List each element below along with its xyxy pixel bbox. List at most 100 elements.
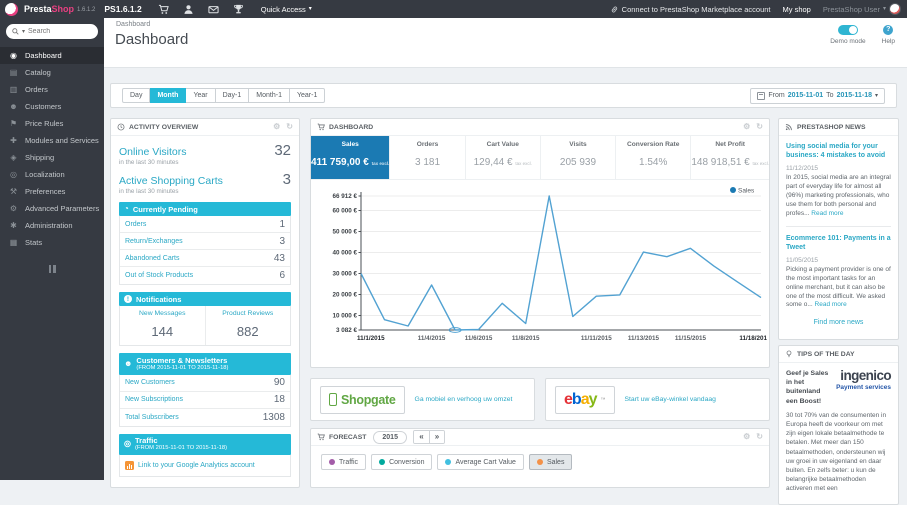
quick-access-menu[interactable]: Quick Access ▾	[261, 5, 312, 14]
sidebar-item-shipping[interactable]: ◈ Shipping	[0, 149, 104, 166]
previous-year-button[interactable]: «	[413, 431, 429, 443]
link-icon	[611, 6, 617, 12]
notification-product-reviews[interactable]: Product Reviews 882	[204, 306, 291, 345]
refresh-icon[interactable]: ↻	[756, 123, 763, 131]
sidebar-item-advanced-parameters[interactable]: ⚙ Advanced Parameters	[0, 200, 104, 217]
demo-mode-toggle[interactable]	[837, 25, 858, 35]
ebay-link[interactable]: Start uw eBay-winkel vandaag	[625, 396, 716, 403]
stat-link[interactable]: Active Shopping Carts	[119, 175, 223, 187]
dashboard-panel: DASHBOARD ⚙ ↻ Sales 411 759,00 € tax excl.…	[310, 118, 770, 368]
range-year[interactable]: Year	[186, 88, 216, 103]
search-input[interactable]	[28, 28, 81, 35]
messages-icon[interactable]	[208, 4, 219, 15]
date-filter-bar: Day Month Year Day-1 Month-1 Year-1 From 2015…	[110, 83, 897, 108]
google-analytics-link[interactable]: Link to your Google Analytics account	[119, 455, 291, 478]
news-articles: Using social media for your business: 4 …	[779, 136, 898, 332]
top-bar: PrestaShop 1.6.1.2 PS1.6.1.2 Quick Acces…	[0, 0, 907, 18]
sidebar-item-administration[interactable]: ✱ Administration	[0, 217, 104, 234]
forecast-toggle-traffic[interactable]: Traffic	[321, 454, 367, 470]
read-more-link[interactable]: Read more	[811, 210, 843, 217]
kpi-conversion-rate[interactable]: Conversion Rate 1.54%	[616, 136, 692, 179]
forecast-toggle-average-cart-value[interactable]: Average Cart Value	[437, 454, 524, 470]
cart-icon[interactable]	[158, 4, 169, 15]
caret-down-icon: ▾	[22, 28, 26, 35]
pending-section-header: ◔ Currently Pending	[119, 202, 291, 216]
ebay-banner[interactable]: ebay ™ Start uw eBay-winkel vandaag	[545, 378, 770, 421]
sidebar: ▾ ◉Dashboard▤Catalog▥Orders☻Customers⚑Pr…	[0, 18, 104, 480]
row-link[interactable]: Return/Exchanges	[125, 238, 183, 245]
panel-title: PRESTASHOP NEWS	[797, 123, 866, 131]
sidebar-item-modules-and-services[interactable]: ✚ Modules and Services	[0, 132, 104, 149]
sidebar-search[interactable]: ▾	[6, 24, 98, 39]
sidebar-item-orders[interactable]: ▥ Orders	[0, 81, 104, 98]
user-menu[interactable]: PrestaShop User ▾	[823, 3, 901, 15]
find-more-news-link[interactable]: Find more news	[786, 319, 891, 326]
range-month[interactable]: Month	[150, 88, 187, 103]
shopgate-link[interactable]: Ga mobiel en verhoog uw omzet	[415, 396, 513, 403]
row-link[interactable]: Total Subscribers	[125, 414, 179, 421]
kpi-sales[interactable]: Sales 411 759,00 € tax excl.	[311, 136, 391, 179]
panel-title: ACTIVITY OVERVIEW	[129, 123, 199, 131]
row-link[interactable]: New Subscriptions	[125, 396, 183, 403]
trophy-icon[interactable]	[233, 4, 244, 15]
sales-chart[interactable]: 66 912 € 60 000 € 50 000 € 40 000 € 30 000 €…	[311, 180, 769, 357]
kpi-visits[interactable]: Visits 205 939	[541, 136, 617, 179]
row-link[interactable]: New Customers	[125, 379, 175, 386]
notification-new-messages[interactable]: New Messages 144	[120, 306, 205, 345]
ebay-letters: ebay	[564, 390, 597, 408]
kpi-cart-value[interactable]: Cart Value 129,44 € tax excl.	[466, 136, 541, 179]
forecast-toggle-conversion[interactable]: Conversion	[371, 454, 433, 470]
row-link[interactable]: Orders	[125, 221, 146, 228]
cart-icon	[317, 433, 325, 441]
row-link[interactable]: Abandoned Carts	[125, 255, 179, 262]
read-more-link[interactable]: Read more	[815, 301, 847, 308]
clock-icon	[117, 123, 125, 131]
date-range-button[interactable]: From 2015-11-01 To 2015-11-18 ▾	[750, 87, 885, 104]
svg-text:10 000 €: 10 000 €	[332, 313, 357, 320]
sidebar-item-preferences[interactable]: ⚒ Preferences	[0, 183, 104, 200]
ingenico-logo[interactable]: ingenico Payment services	[836, 369, 892, 406]
sidebar-item-customers[interactable]: ☻ Customers	[0, 98, 104, 115]
range-year-1[interactable]: Year-1	[289, 88, 326, 103]
prestashop-news-panel: PRESTASHOP NEWS Using social media for y…	[778, 118, 899, 340]
range-day[interactable]: Day	[122, 88, 151, 103]
gear-icon[interactable]: ⚙	[743, 433, 750, 441]
kpi-net-profit[interactable]: Net Profit 148 918,51 € tax excl.	[691, 136, 769, 179]
list-item: New Subscriptions 18	[120, 392, 290, 409]
row-value: 3	[279, 235, 285, 247]
stat-link[interactable]: Online Visitors	[119, 146, 187, 158]
shopgate-banner[interactable]: Shopgate Ga mobiel en verhoog uw omzet	[310, 378, 535, 421]
next-year-button[interactable]: »	[428, 431, 444, 443]
sidebar-item-localization[interactable]: ◎ Localization	[0, 166, 104, 183]
refresh-icon[interactable]: ↻	[756, 433, 763, 441]
my-shop-link[interactable]: My shop	[783, 5, 811, 14]
customer-icon[interactable]	[183, 4, 194, 15]
tips-of-the-day-panel: TIPS OF THE DAY Geef je Sales in het bui…	[778, 345, 899, 505]
sidebar-item-price-rules[interactable]: ⚑ Price Rules	[0, 115, 104, 132]
collapse-sidebar-button[interactable]	[42, 265, 62, 273]
sidebar-item-catalog[interactable]: ▤ Catalog	[0, 64, 104, 81]
sidebar-item-dashboard[interactable]: ◉ Dashboard	[0, 47, 104, 64]
marketplace-link[interactable]: Connect to PrestaShop Marketplace accoun…	[610, 5, 771, 14]
gear-icon[interactable]: ⚙	[273, 123, 280, 131]
range-day-1[interactable]: Day-1	[215, 88, 250, 103]
svg-text:30 000 €: 30 000 €	[332, 271, 357, 278]
stats-icon: ▦	[9, 238, 18, 247]
list-item: Out of Stock Products 6	[120, 267, 290, 284]
range-month-1[interactable]: Month-1	[249, 88, 290, 103]
help-icon[interactable]: ?	[883, 25, 894, 35]
help-control[interactable]: ? Help	[882, 25, 895, 45]
breadcrumb[interactable]: Dashboard	[116, 21, 150, 28]
sidebar-item-stats[interactable]: ▦ Stats	[0, 234, 104, 251]
forecast-toggle-sales[interactable]: Sales	[528, 454, 573, 470]
kpi-orders[interactable]: Orders 3 181	[390, 136, 466, 179]
caret-down-icon: ▾	[308, 6, 312, 12]
news-article-title[interactable]: Using social media for your business: 4 …	[786, 142, 891, 161]
refresh-icon[interactable]: ↻	[286, 123, 293, 131]
news-article-title[interactable]: Ecommerce 101: Payments in a Tweet	[786, 234, 891, 253]
notification-cols: New Messages 144 Product Reviews 882	[119, 306, 291, 346]
ebay-logo: ebay ™	[555, 385, 615, 414]
gear-icon[interactable]: ⚙	[743, 123, 750, 131]
notifications-section-header: ! Notifications	[119, 292, 291, 306]
row-link[interactable]: Out of Stock Products	[125, 272, 193, 279]
